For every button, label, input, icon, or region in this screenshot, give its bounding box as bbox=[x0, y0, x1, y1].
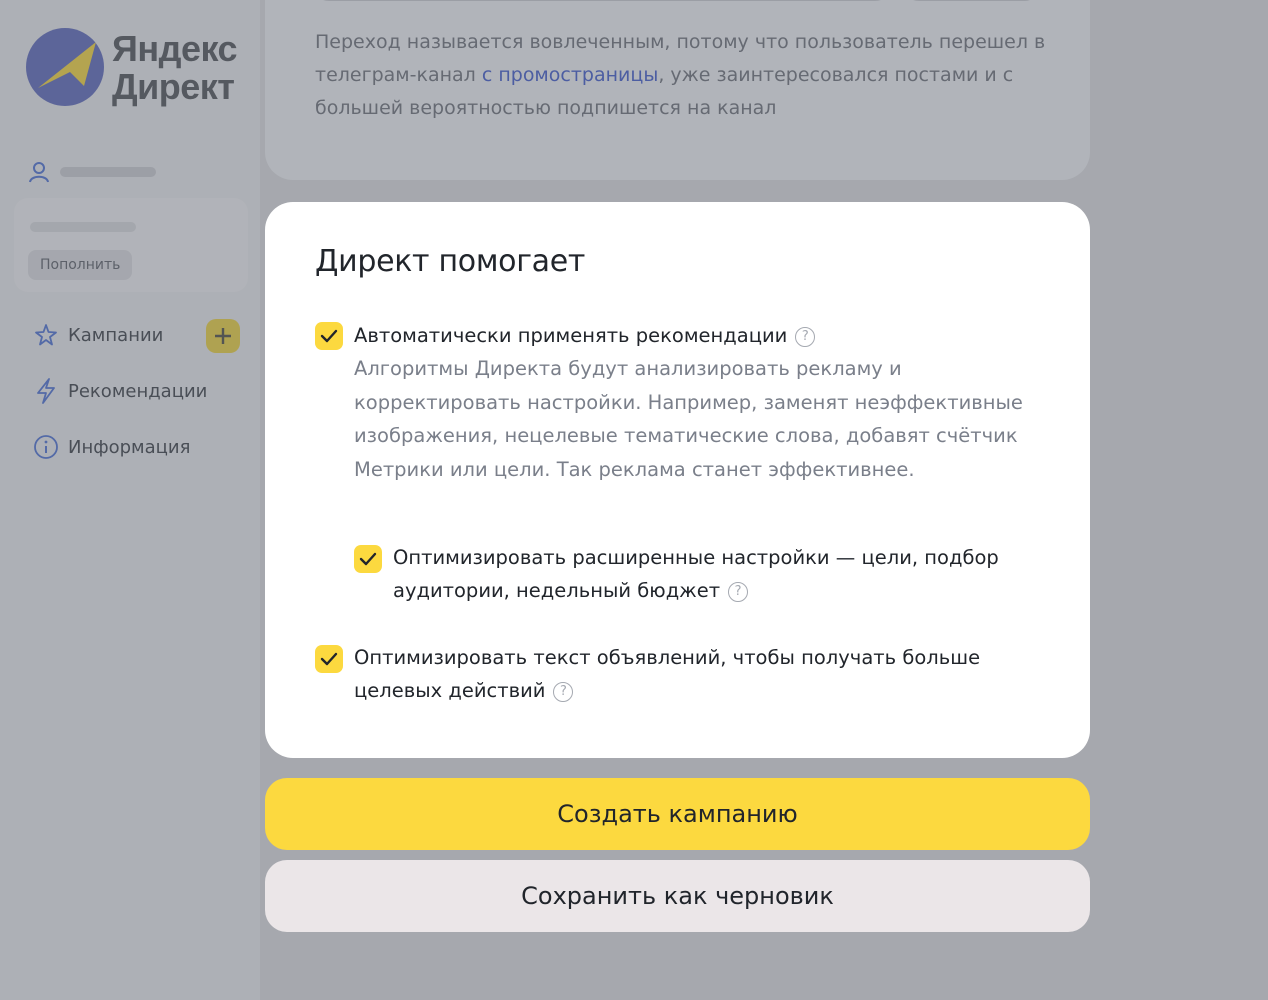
help-icon[interactable]: ? bbox=[728, 581, 749, 602]
option-label: Оптимизировать расширенные настройки — ц… bbox=[393, 546, 999, 602]
add-campaign-button[interactable] bbox=[206, 319, 240, 353]
user-name-placeholder bbox=[60, 167, 156, 177]
balance-placeholder bbox=[30, 222, 136, 232]
option-description: Алгоритмы Директа будут анализировать ре… bbox=[354, 357, 1023, 481]
lightning-icon bbox=[32, 377, 60, 405]
option-label: Автоматически применять рекомендации? bbox=[354, 319, 1044, 352]
logo-line-1: Яндекс bbox=[112, 28, 238, 69]
user-icon bbox=[28, 160, 50, 184]
cropped-controls bbox=[323, 0, 1030, 1]
sidebar: Яндекс Директ Пополнить Кампании Рекомен… bbox=[0, 0, 260, 1000]
sidebar-item-label: Информация bbox=[68, 436, 191, 458]
checkmark-icon bbox=[320, 329, 338, 343]
sidebar-item-label: Кампании bbox=[68, 324, 164, 346]
optimize-ad-text-checkbox[interactable] bbox=[315, 645, 343, 673]
sparkle-star-icon bbox=[32, 321, 60, 349]
checkmark-icon bbox=[359, 552, 377, 566]
engaged-transition-explanation: Переход называется вовлеченным, потому ч… bbox=[315, 31, 1046, 119]
promo-page-link[interactable]: с промостраницы bbox=[482, 64, 658, 86]
option-label: Оптимизировать текст объявлений, чтобы п… bbox=[354, 646, 981, 702]
topup-button[interactable]: Пополнить bbox=[28, 250, 133, 280]
sidebar-item-label: Рекомендации bbox=[68, 380, 208, 402]
sidebar-item-campaigns[interactable]: Кампании bbox=[32, 319, 163, 351]
help-icon[interactable]: ? bbox=[553, 681, 574, 702]
logo-emblem-icon bbox=[26, 28, 104, 106]
create-campaign-button[interactable]: Создать кампанию bbox=[265, 778, 1090, 850]
balance-card: Пополнить bbox=[14, 198, 248, 292]
sidebar-item-recommendations[interactable]: Рекомендации bbox=[32, 375, 207, 407]
optimize-advanced-settings-checkbox[interactable] bbox=[354, 545, 382, 573]
help-icon[interactable]: ? bbox=[795, 326, 816, 347]
auto-apply-recommendations-checkbox[interactable] bbox=[315, 322, 343, 350]
dialog-title: Директ помогает bbox=[315, 244, 586, 279]
info-circle-icon bbox=[32, 433, 60, 461]
traffic-info-card: Переход называется вовлеченным, потому ч… bbox=[265, 0, 1090, 180]
sidebar-item-information[interactable]: Информация bbox=[32, 431, 190, 463]
yandex-direct-logo[interactable]: Яндекс Директ bbox=[26, 26, 246, 110]
user-account[interactable] bbox=[28, 158, 228, 186]
save-draft-button[interactable]: Сохранить как черновик bbox=[265, 860, 1090, 932]
direct-helps-dialog: Директ помогает Автоматически применять … bbox=[265, 202, 1090, 758]
plus-icon bbox=[215, 328, 231, 344]
checkmark-icon bbox=[320, 652, 338, 666]
logo-line-2: Директ bbox=[112, 66, 235, 107]
